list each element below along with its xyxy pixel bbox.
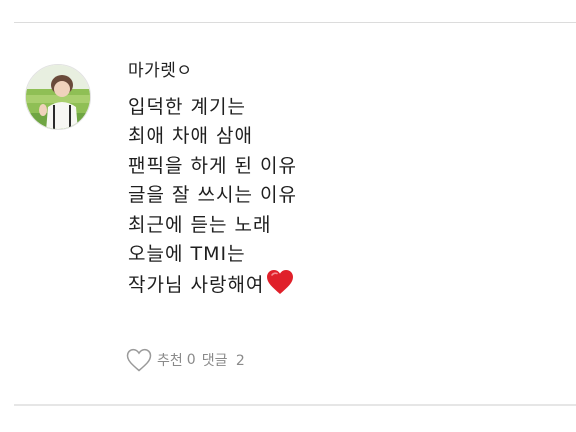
heart-outline-icon [126, 348, 152, 372]
avatar[interactable] [25, 64, 91, 130]
comment-body: 입덕한 계기는 최애 차애 삼애 팬픽을 하게 된 이유 글을 잘 쓰시는 이유… [128, 93, 508, 305]
red-heart-icon [266, 269, 294, 304]
reply-count: 2 [235, 353, 245, 369]
bottom-divider [14, 404, 576, 406]
comment-line: 팬픽을 하게 된 이유 [128, 154, 297, 177]
author-name[interactable]: 마가렛ㅇ [128, 56, 193, 81]
reply-button[interactable]: 댓글 2 [202, 350, 245, 370]
comment-footer: 추천 0 댓글 2 [126, 346, 245, 374]
reply-label: 댓글 [201, 353, 228, 369]
avatar-photo [26, 65, 90, 129]
top-divider [14, 22, 576, 23]
comment-line: 입덕한 계기는 [128, 96, 246, 118]
like-count: 0 [186, 352, 196, 368]
comment-page: 마가렛ㅇ 입덕한 계기는 최애 차애 삼애 팬픽을 하게 된 이유 글을 잘 쓰… [0, 0, 576, 432]
comment-line: 오늘에 TMI는 [128, 243, 246, 266]
comment-line: 최애 차애 삼애 [128, 125, 253, 148]
comment-line: 글을 잘 쓰시는 이유 [128, 184, 297, 207]
comment-line-last: 작가님 사랑해여 [128, 269, 508, 304]
comment-line-text: 작가님 사랑해여 [128, 274, 265, 297]
like-button[interactable]: 추천 0 [126, 348, 196, 372]
comment-line: 최근에 듣는 노래 [128, 213, 272, 236]
like-label: 추천 [157, 353, 183, 369]
